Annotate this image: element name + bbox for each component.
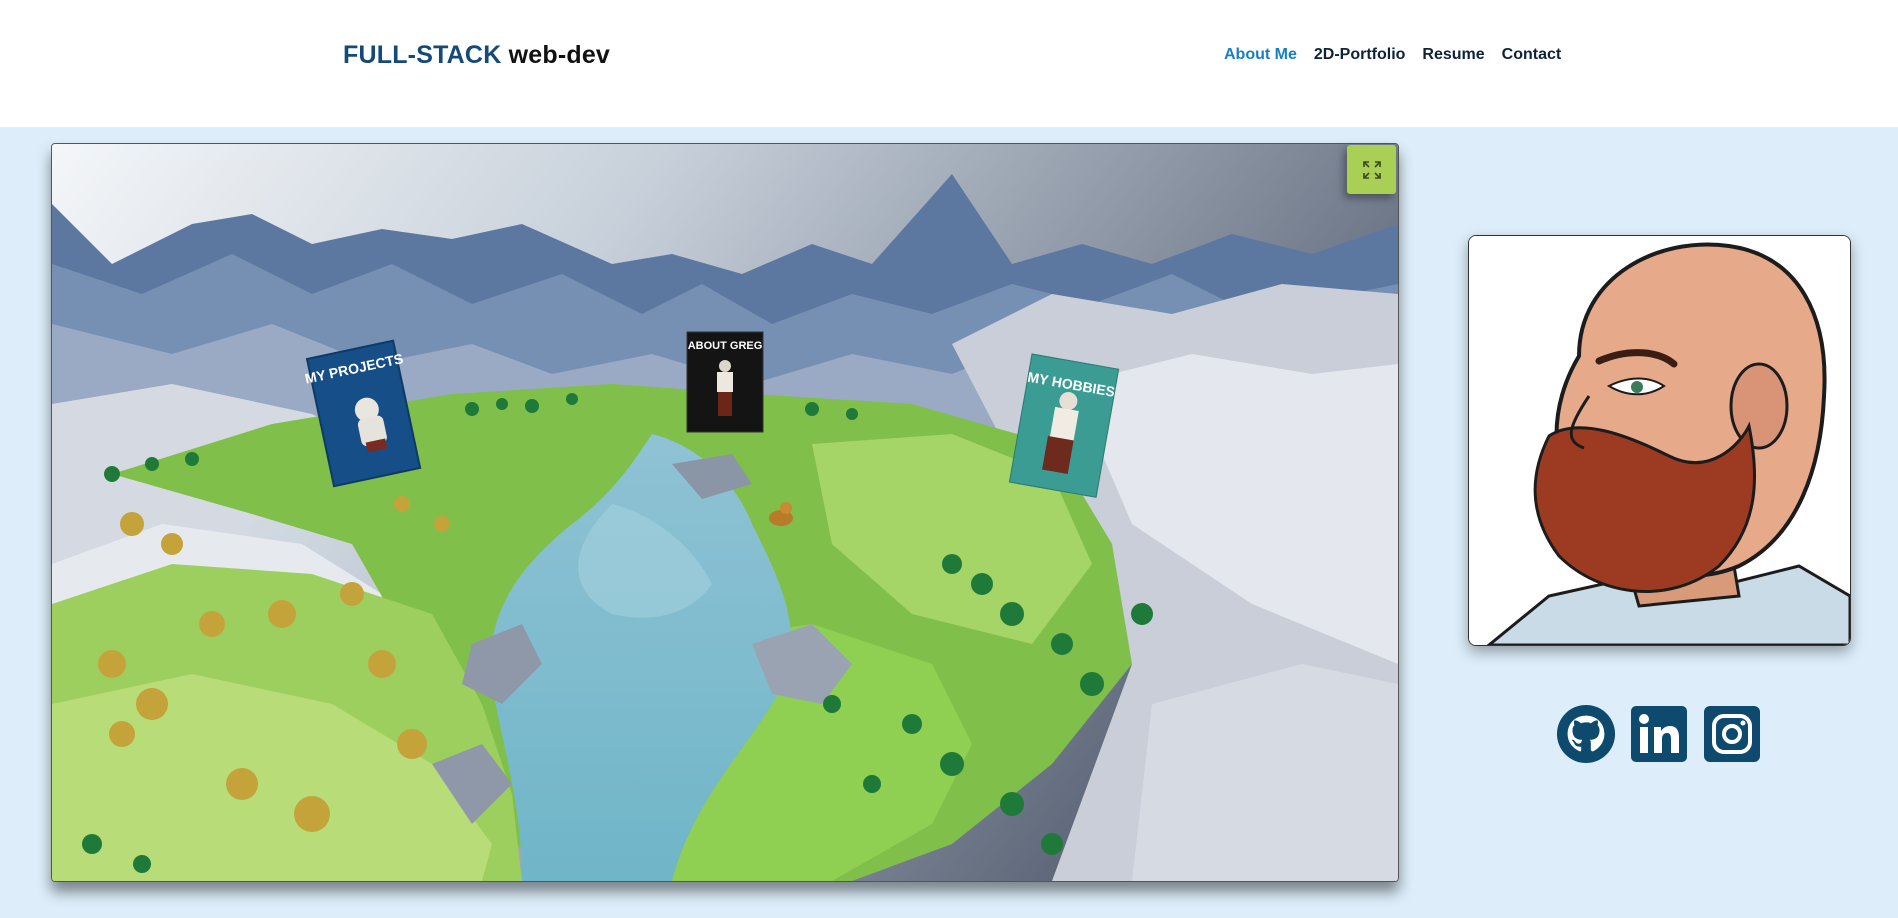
- site-header: FULL-STACK web-dev About Me 2D-Portfolio…: [0, 0, 1898, 127]
- portrait-illustration: [1469, 236, 1850, 645]
- profile-portrait: [1468, 235, 1851, 646]
- github-link[interactable]: [1556, 704, 1616, 764]
- expand-icon: [1362, 160, 1381, 179]
- main-nav: About Me 2D-Portfolio Resume Contact: [1224, 46, 1561, 64]
- social-links: [1556, 704, 1762, 764]
- nav-2d-portfolio[interactable]: 2D-Portfolio: [1314, 46, 1406, 64]
- brand-part-1: FULL-STACK: [343, 41, 502, 69]
- nav-contact[interactable]: Contact: [1502, 46, 1562, 64]
- github-icon: [1556, 704, 1616, 764]
- nav-about-me[interactable]: About Me: [1224, 46, 1297, 64]
- 3d-scene-viewer[interactable]: MY PROJECTS ABOUT GREG MY HOBBIES: [51, 143, 1399, 882]
- brand-logo[interactable]: FULL-STACK web-dev: [343, 41, 610, 70]
- instagram-link[interactable]: [1702, 704, 1762, 764]
- instagram-icon: [1704, 706, 1760, 762]
- nav-resume[interactable]: Resume: [1422, 46, 1484, 64]
- about-sign[interactable]: ABOUT GREG: [686, 331, 764, 433]
- fullscreen-button[interactable]: [1347, 145, 1396, 194]
- about-sign-label: ABOUT GREG: [688, 340, 763, 352]
- linkedin-link[interactable]: [1629, 704, 1689, 764]
- linkedin-icon: [1631, 706, 1687, 762]
- brand-part-2: web-dev: [508, 41, 611, 69]
- landscape-scene: MY PROJECTS ABOUT GREG MY HOBBIES: [52, 144, 1398, 881]
